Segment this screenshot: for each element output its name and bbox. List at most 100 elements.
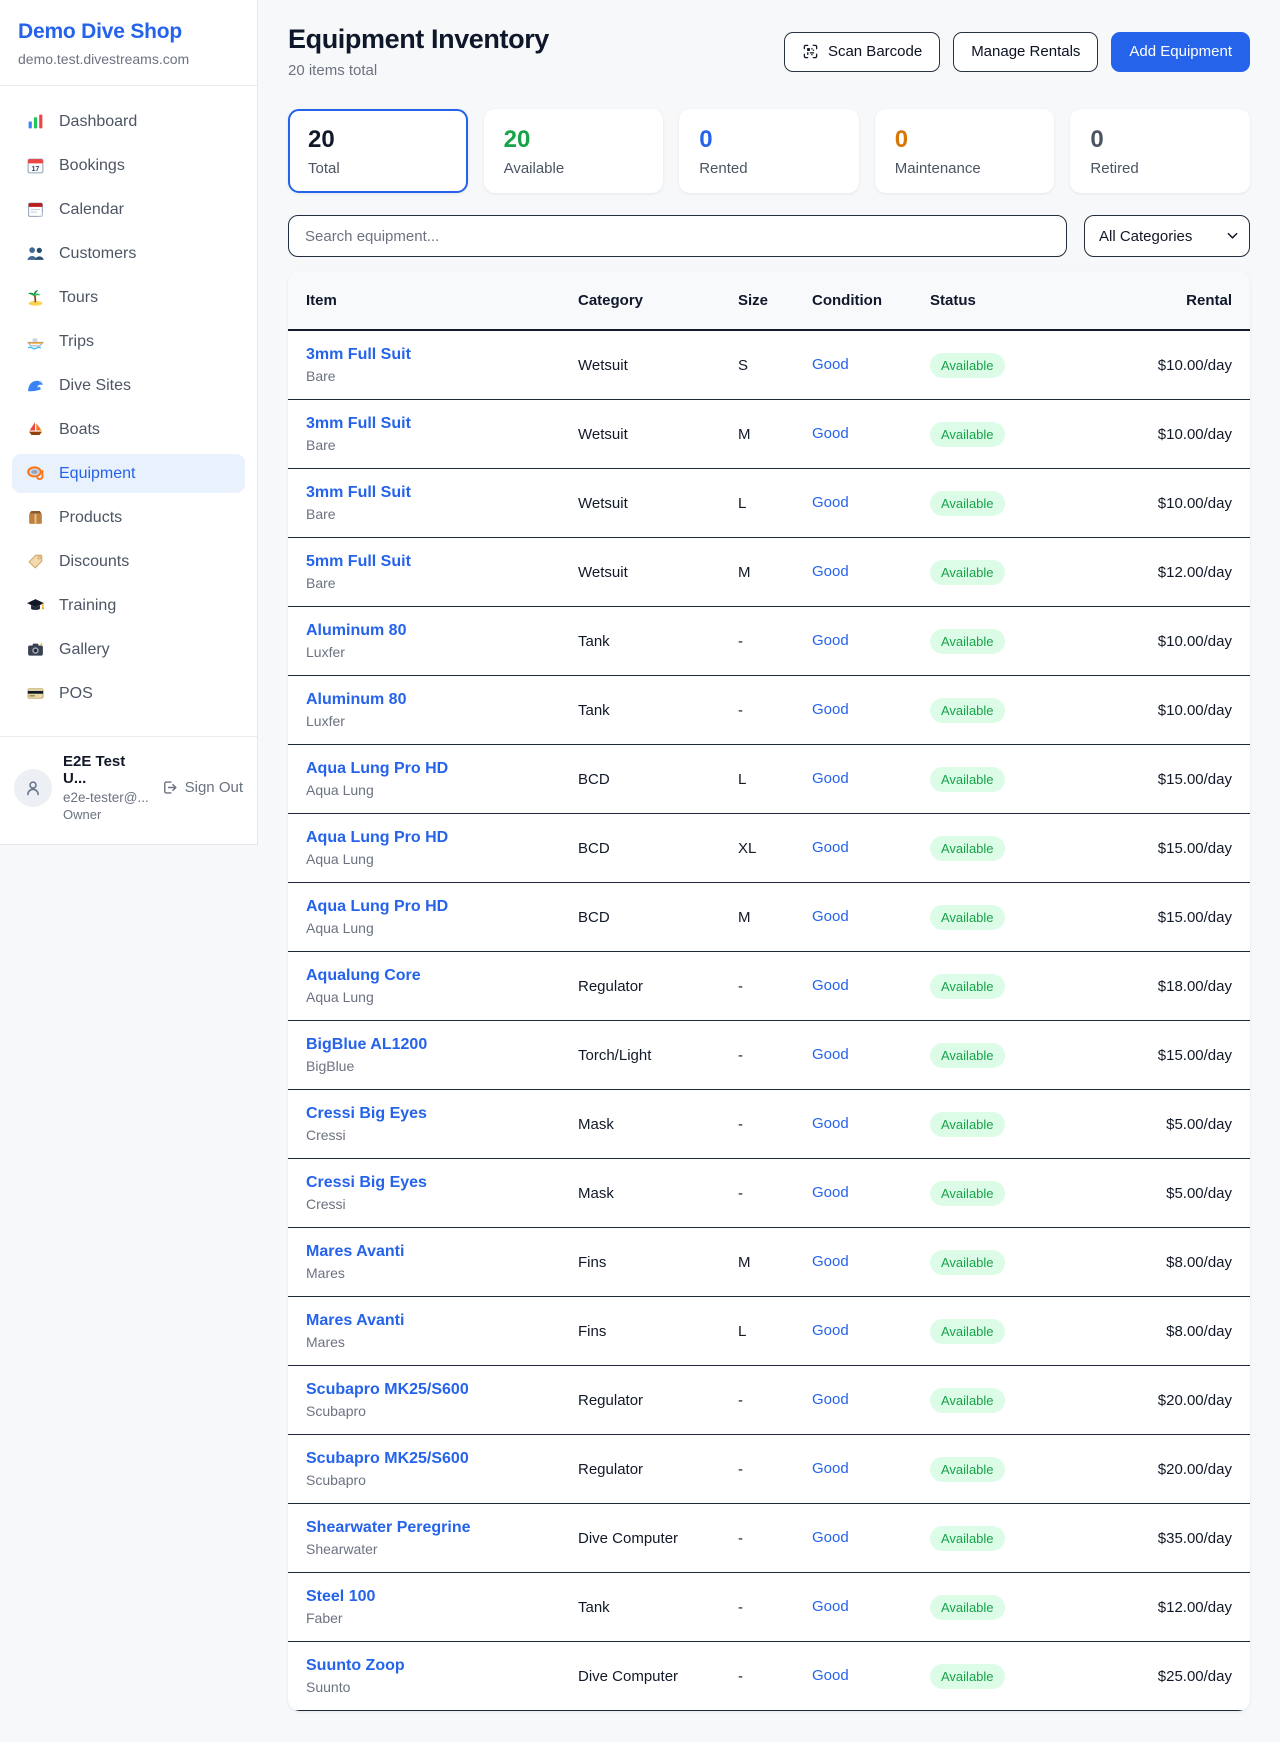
status-badge: Available (930, 1457, 1005, 1482)
item-name-link[interactable]: 3mm Full Suit (306, 415, 578, 433)
sidebar-item-gallery[interactable]: Gallery (12, 630, 245, 669)
item-name-link[interactable]: Aluminum 80 (306, 691, 578, 709)
sidebar-item-training[interactable]: Training (12, 586, 245, 625)
sidebar-item-equipment[interactable]: Equipment (12, 454, 245, 493)
condition-link[interactable]: Good (812, 1322, 849, 1339)
item-name-link[interactable]: Aqua Lung Pro HD (306, 760, 578, 778)
equipment-row: Aluminum 80 Luxfer Tank - Good Available… (288, 607, 1250, 676)
condition-link[interactable]: Good (812, 1391, 849, 1408)
sidebar-item-calendar[interactable]: Calendar (12, 190, 245, 229)
item-brand: Cressi (306, 1196, 578, 1212)
barcode-scan-icon (802, 43, 819, 60)
item-name-link[interactable]: Scubapro MK25/S600 (306, 1450, 578, 1468)
size-cell: - (738, 633, 812, 650)
item-name-link[interactable]: 3mm Full Suit (306, 484, 578, 502)
rental-cell: $15.00/day (1126, 840, 1232, 857)
condition-link[interactable]: Good (812, 1253, 849, 1270)
item-name-link[interactable]: Suunto Zoop (306, 1657, 578, 1675)
item-cell: Cressi Big Eyes Cressi (306, 1174, 578, 1212)
item-name-link[interactable]: Cressi Big Eyes (306, 1105, 578, 1123)
brand-block[interactable]: Demo Dive Shop demo.test.divestreams.com (0, 0, 257, 86)
status-badge: Available (930, 560, 1005, 585)
stat-label: Rented (699, 160, 839, 177)
equipment-row: 5mm Full Suit Bare Wetsuit M Good Availa… (288, 538, 1250, 607)
condition-link[interactable]: Good (812, 977, 849, 994)
rental-cell: $10.00/day (1126, 426, 1232, 443)
stat-card-available[interactable]: 20 Available (484, 109, 664, 193)
stat-card-retired[interactable]: 0 Retired (1070, 109, 1250, 193)
category-filter-select[interactable]: All Categories (1084, 215, 1250, 257)
sidebar-item-bookings[interactable]: 17 Bookings (12, 146, 245, 185)
sidebar-item-dive-sites[interactable]: Dive Sites (12, 366, 245, 405)
condition-link[interactable]: Good (812, 908, 849, 925)
stat-cards: 20 Total 20 Available 0 Rented 0 Mainten… (288, 109, 1250, 193)
item-name-link[interactable]: 5mm Full Suit (306, 553, 578, 571)
item-name-link[interactable]: Shearwater Peregrine (306, 1519, 578, 1537)
condition-link[interactable]: Good (812, 563, 849, 580)
column-header-size: Size (738, 292, 812, 309)
condition-link[interactable]: Good (812, 1046, 849, 1063)
item-name-link[interactable]: Cressi Big Eyes (306, 1174, 578, 1192)
status-badge: Available (930, 629, 1005, 654)
manage-rentals-button[interactable]: Manage Rentals (953, 32, 1098, 72)
sidebar-item-label: Discounts (59, 553, 129, 571)
item-name-link[interactable]: Scubapro MK25/S600 (306, 1381, 578, 1399)
item-name-link[interactable]: Aqua Lung Pro HD (306, 898, 578, 916)
condition-link[interactable]: Good (812, 701, 849, 718)
condition-link[interactable]: Good (812, 1115, 849, 1132)
search-input[interactable] (288, 215, 1067, 257)
condition-link[interactable]: Good (812, 1598, 849, 1615)
stat-card-total[interactable]: 20 Total (288, 109, 468, 193)
add-equipment-button[interactable]: Add Equipment (1111, 32, 1250, 72)
scan-barcode-button[interactable]: Scan Barcode (784, 32, 940, 72)
equipment-row: 3mm Full Suit Bare Wetsuit S Good Availa… (288, 331, 1250, 400)
sidebar-item-trips[interactable]: Trips (12, 322, 245, 361)
item-name-link[interactable]: Mares Avanti (306, 1312, 578, 1330)
sidebar-item-tours[interactable]: Tours (12, 278, 245, 317)
condition-cell: Good (812, 1253, 930, 1271)
item-name-link[interactable]: Steel 100 (306, 1588, 578, 1606)
category-cell: Fins (578, 1254, 738, 1271)
item-name-link[interactable]: Aqua Lung Pro HD (306, 829, 578, 847)
sign-out-button[interactable]: Sign Out (161, 779, 243, 796)
condition-cell: Good (812, 770, 930, 788)
condition-link[interactable]: Good (812, 1184, 849, 1201)
sidebar-item-pos[interactable]: POS (12, 674, 245, 713)
condition-link[interactable]: Good (812, 1529, 849, 1546)
condition-link[interactable]: Good (812, 356, 849, 373)
sidebar-item-discounts[interactable]: Discounts (12, 542, 245, 581)
equipment-inventory-page: Demo Dive Shop demo.test.divestreams.com… (0, 0, 1280, 1742)
sidebar-item-products[interactable]: Products (12, 498, 245, 537)
item-name-link[interactable]: Mares Avanti (306, 1243, 578, 1261)
item-brand: Luxfer (306, 713, 578, 729)
item-brand: Aqua Lung (306, 989, 578, 1005)
status-cell: Available (930, 629, 1126, 654)
status-cell: Available (930, 1457, 1126, 1482)
item-name-link[interactable]: BigBlue AL1200 (306, 1036, 578, 1054)
diving-mask-icon (26, 464, 45, 483)
sidebar-item-label: Customers (59, 245, 136, 263)
item-name-link[interactable]: 3mm Full Suit (306, 346, 578, 364)
calendar-date-icon: 17 (26, 156, 45, 175)
condition-link[interactable]: Good (812, 1460, 849, 1477)
condition-link[interactable]: Good (812, 839, 849, 856)
stat-card-maintenance[interactable]: 0 Maintenance (875, 109, 1055, 193)
condition-cell: Good (812, 908, 930, 926)
stat-card-rented[interactable]: 0 Rented (679, 109, 859, 193)
condition-link[interactable]: Good (812, 770, 849, 787)
condition-link[interactable]: Good (812, 632, 849, 649)
condition-link[interactable]: Good (812, 494, 849, 511)
rental-cell: $10.00/day (1126, 633, 1232, 650)
status-cell: Available (930, 1388, 1126, 1413)
sidebar-item-boats[interactable]: Boats (12, 410, 245, 449)
item-name-link[interactable]: Aluminum 80 (306, 622, 578, 640)
sidebar-item-customers[interactable]: Customers (12, 234, 245, 273)
shop-name[interactable]: Demo Dive Shop (18, 20, 239, 44)
condition-link[interactable]: Good (812, 425, 849, 442)
sidebar-item-dashboard[interactable]: Dashboard (12, 102, 245, 141)
shop-domain: demo.test.divestreams.com (18, 51, 239, 67)
status-badge: Available (930, 491, 1005, 516)
item-name-link[interactable]: Aqualung Core (306, 967, 578, 985)
condition-link[interactable]: Good (812, 1667, 849, 1684)
user-avatar (14, 769, 52, 807)
